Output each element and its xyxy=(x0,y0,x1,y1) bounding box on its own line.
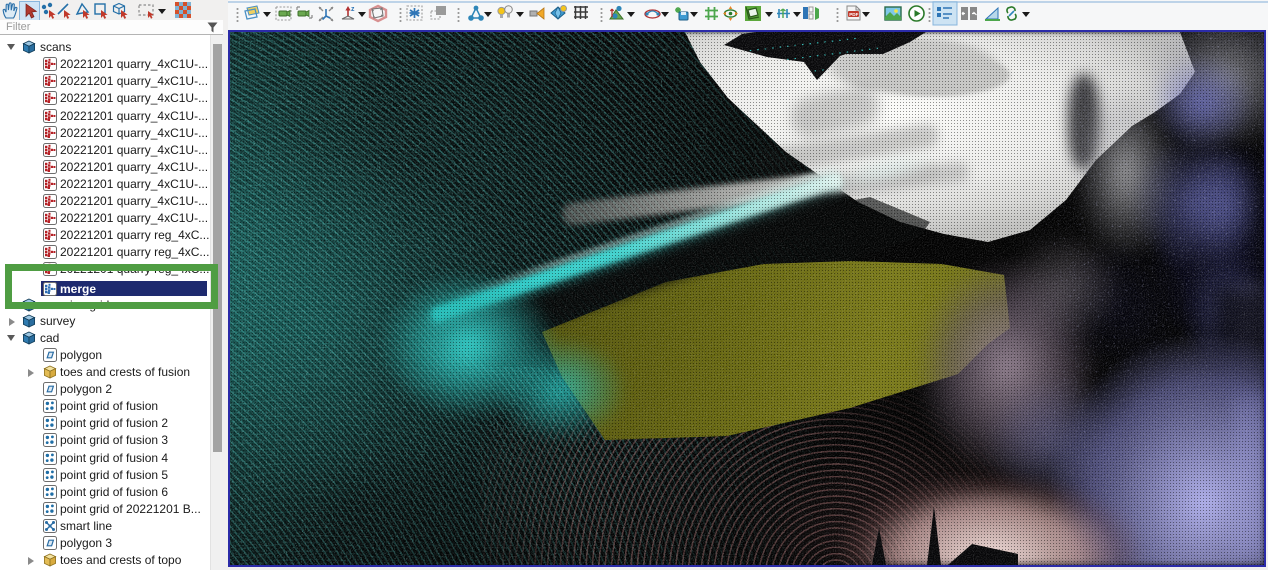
svg-text:PDF: PDF xyxy=(849,12,858,17)
svg-text:z: z xyxy=(351,6,355,13)
